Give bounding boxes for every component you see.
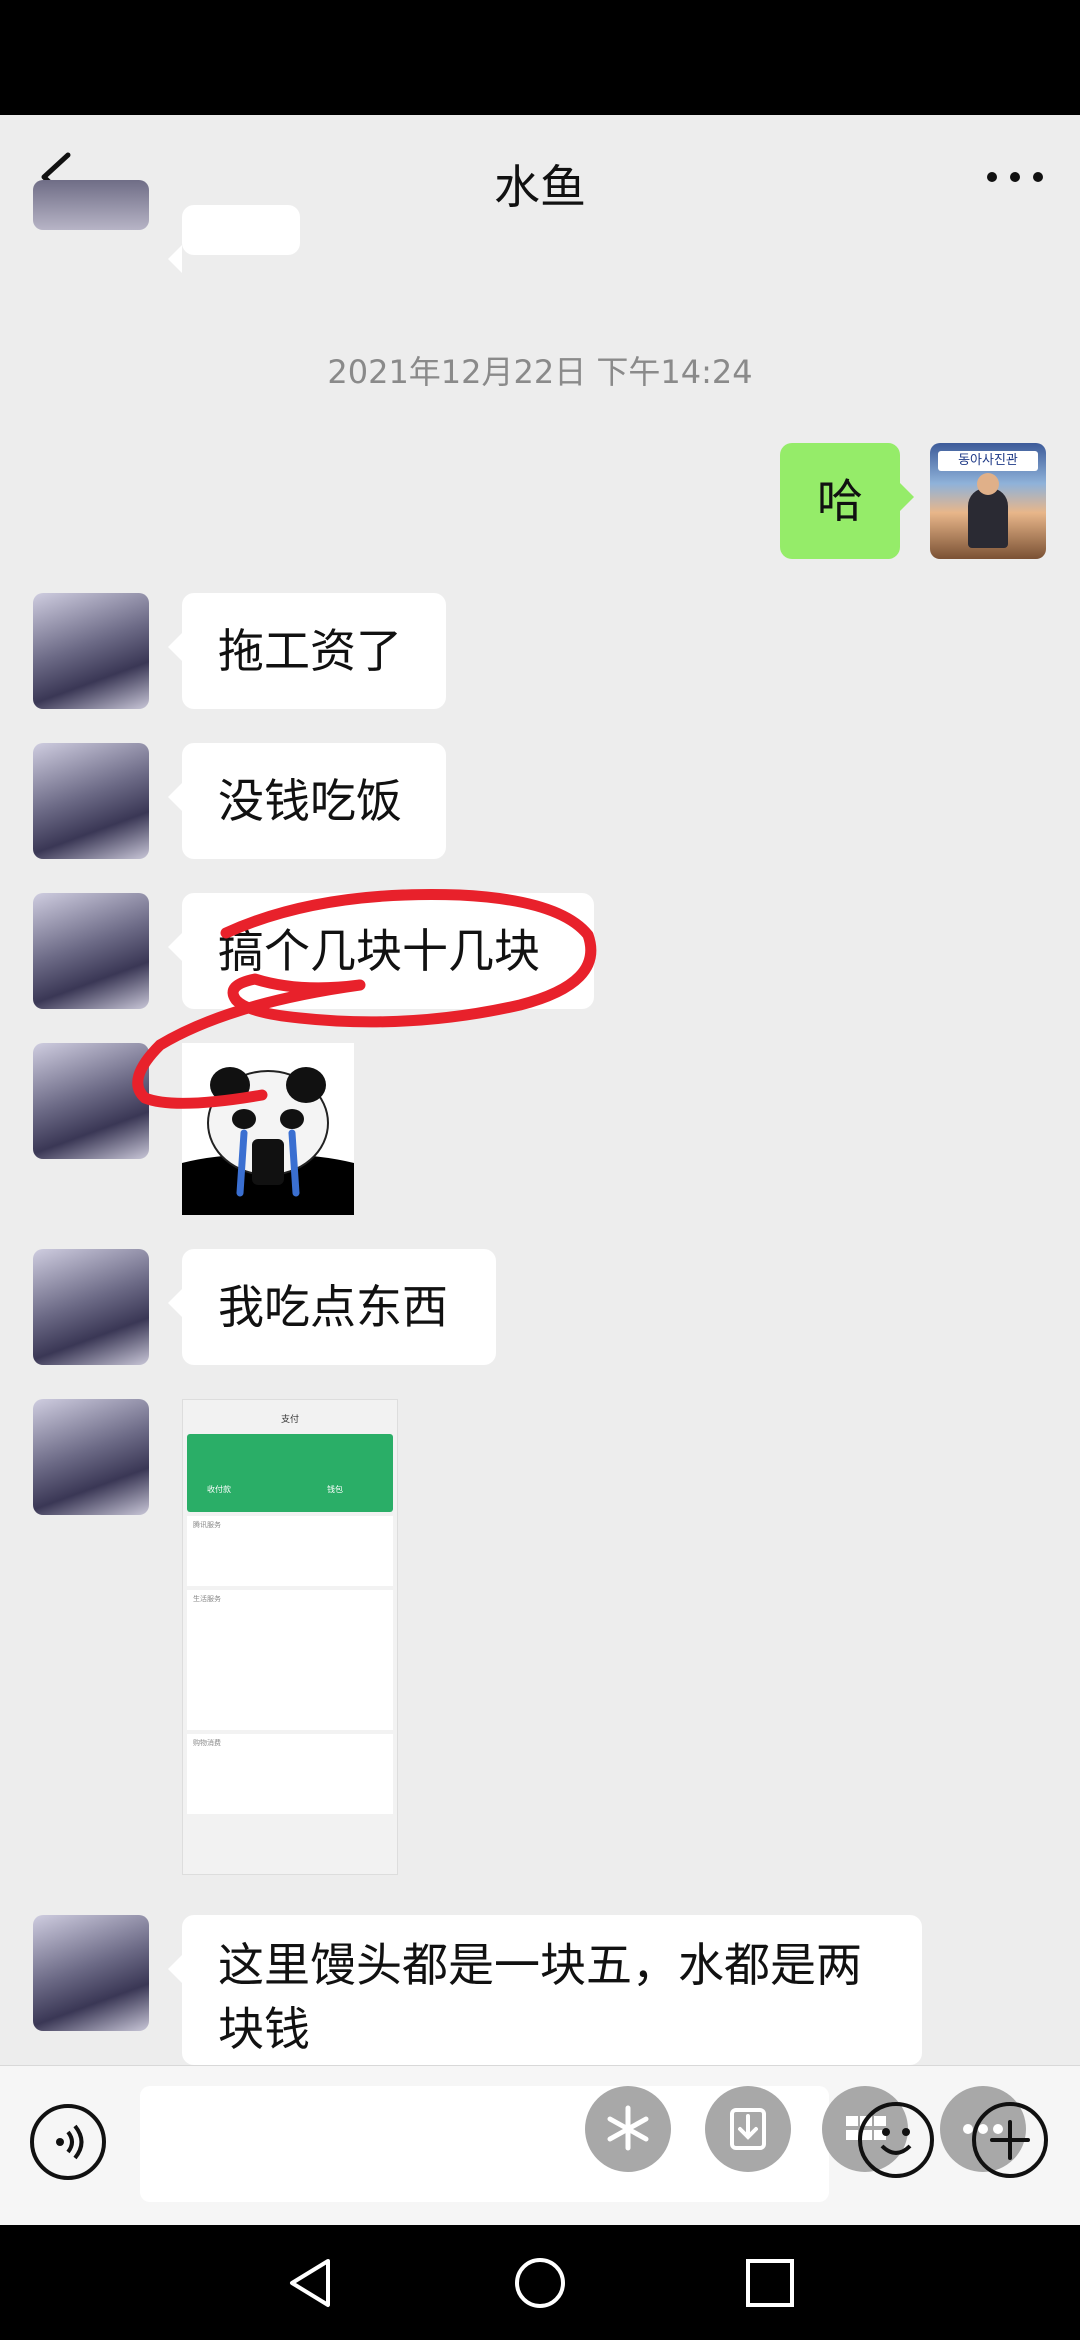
mini-item: 钱包 (327, 1485, 343, 1494)
emoji-icon (880, 2128, 912, 2155)
mini-green-panel: 收付款 钱包 (187, 1434, 393, 1512)
contact-avatar[interactable] (33, 1043, 149, 1159)
sparkle-icon (607, 2105, 649, 2151)
contact-avatar[interactable] (33, 1399, 149, 1515)
red-annotation-mark (132, 889, 597, 1109)
message-text: 哈 (817, 474, 863, 528)
shortcut-button[interactable] (585, 2086, 671, 2172)
more-button[interactable] (980, 155, 1050, 200)
sticker-image[interactable] (182, 1043, 354, 1215)
mini-item: 收付款 (207, 1485, 231, 1494)
emoji-button[interactable] (858, 2102, 934, 2178)
message-timestamp: 2021年12月22日 下午14:24 (327, 353, 753, 391)
mini-section: 生活服务 (187, 1590, 393, 1730)
ellipsis-icon (987, 172, 1043, 182)
message-bubble[interactable]: 这里馒头都是一块五，水都是两块钱 (168, 1915, 922, 2065)
message-bubble[interactable]: 我吃点东西 (168, 1249, 496, 1365)
message-text: 拖工资了 (218, 624, 402, 678)
message-bubble[interactable] (168, 205, 300, 273)
mini-section: 腾讯服务 (187, 1516, 393, 1586)
voice-button[interactable] (30, 2104, 106, 2180)
self-avatar[interactable]: 동아사진관 (930, 443, 1046, 559)
contact-avatar[interactable] (33, 743, 149, 859)
contact-avatar[interactable] (33, 593, 149, 709)
mini-section-title: 购物消费 (193, 1739, 221, 1747)
nav-back-icon[interactable] (282, 2255, 338, 2311)
chat-header: 水鱼 (0, 115, 1080, 240)
message-text: 我吃点东西 (218, 1280, 448, 1334)
nav-recents-icon[interactable] (742, 2255, 798, 2311)
avatar[interactable] (33, 180, 149, 230)
voice-icon (56, 2124, 84, 2160)
system-nav-bar (0, 2225, 1080, 2340)
message-bubble[interactable]: 没钱吃饭 (168, 743, 446, 859)
avatar-sign-text: 동아사진관 (938, 451, 1038, 471)
download-button[interactable] (705, 2086, 791, 2172)
mini-section-title: 生活服务 (193, 1595, 221, 1603)
message-bubble-self[interactable]: 哈 (780, 443, 914, 559)
chat-screen: 水鱼 2021年12月22日 下午14:24 哈 동아사진관 拖工资了 没钱吃饭… (0, 115, 1080, 2225)
mini-section-title: 腾讯服务 (193, 1521, 221, 1529)
panda-crying-icon (182, 1043, 354, 1215)
message-bubble[interactable]: 搞个几块十几块 (168, 893, 594, 1009)
status-bar (0, 0, 1080, 115)
download-icon (730, 2108, 766, 2150)
message-text: 搞个几块十几块 (218, 924, 540, 978)
contact-avatar[interactable] (33, 1915, 149, 2031)
plus-button[interactable] (972, 2102, 1048, 2178)
chat-title: 水鱼 (494, 160, 586, 214)
contact-avatar[interactable] (33, 1249, 149, 1365)
message-bubble[interactable]: 拖工资了 (168, 593, 446, 709)
plus-icon (990, 2120, 1030, 2160)
message-text: 这里馒头都是一块五，水都是两块钱 (218, 1938, 862, 2056)
mini-header: 支付 (280, 1415, 299, 1425)
message-text: 没钱吃饭 (218, 774, 402, 828)
nav-home-icon[interactable] (512, 2255, 568, 2311)
mini-section: 购物消费 (187, 1734, 393, 1814)
image-message[interactable]: 支付 收付款 钱包 腾讯服务 生活服务 购物消费 (182, 1399, 398, 1875)
input-bar (0, 2065, 1080, 2225)
contact-avatar[interactable] (33, 893, 149, 1009)
